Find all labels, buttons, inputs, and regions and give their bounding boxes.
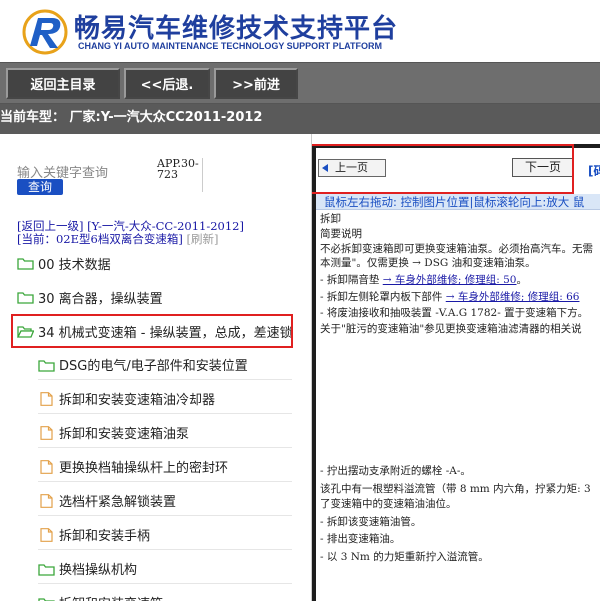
tree-item-oil-pump[interactable]: 拆卸和安装变速箱油泵 [38,418,292,448]
header: 畅易汽车维修技术支持平台 CHANG YI AUTO MAINTENANCE T… [0,0,600,62]
breadcrumb: [返回上一级] [Y-一汽-大众-CC-2011-2012] [当前：02E型6… [17,220,307,246]
document-viewer: 上一页 下一页 [码 鼠标左右拖动: 控制图片位置|鼠标滚轮向上:放大 鼠 拆卸… [316,148,600,601]
doc-line: - 拆卸该变速箱油管。 [320,516,422,528]
doc-link[interactable]: → 车身外部维修; 修理组: 50 [383,274,517,286]
document-icon [40,493,53,508]
folder-icon [17,258,34,270]
doc-line: - 拧出摆动支承附近的螺栓 -A-。 [320,465,471,477]
refresh-link[interactable]: [刷新] [186,232,218,246]
side-label: [码 [588,164,600,178]
nav-bar: 返回主目录 <<后退. >>前进 [0,62,600,104]
folder-icon [17,292,34,304]
doc-link[interactable]: → 车身外部维修; 修理组: 66 [446,291,580,303]
doc-line: - 拆卸隔音垫 → 车身外部维修; 修理组: 50。 [320,274,527,286]
app-code: APP.30-723 [157,158,203,192]
right-panel: 上一页 下一页 [码 鼠标左右拖动: 控制图片位置|鼠标滚轮向上:放大 鼠 拆卸… [312,134,600,601]
document-icon [40,527,53,542]
doc-line: 该孔中有一根塑料溢流管（带 8 mm 内六角，拧紧力矩: 3 [320,483,591,495]
tree-item-30[interactable]: 30 离合器，操纵装置 [17,282,307,312]
tree-item-emergency-unlock[interactable]: 选档杆紧急解锁装置 [38,486,292,516]
tree-item-shift-mechanism[interactable]: 换档操纵机构 [38,554,292,584]
folder-icon [38,563,55,576]
tree-item-remove-gearbox[interactable]: 拆卸和安装变速箱 [38,588,292,601]
forward-button[interactable]: >>前进 [214,68,298,99]
folder-icon [38,597,55,601]
tree-item-seal-ring[interactable]: 更换换档轴操纵杆上的密封环 [38,452,292,482]
tree-item-oil-cooler[interactable]: 拆卸和安装变速箱油冷却器 [38,384,292,414]
back-button[interactable]: <<后退. [124,68,210,99]
breadcrumb-current: [当前：02E型6档双离合变速箱] [17,232,183,246]
search-area: 输入关键字查询 查询 APP.30-723 [0,152,311,212]
doc-line: 拆卸 [320,213,341,225]
page-title: 畅易汽车维修技术支持平台 [74,14,399,44]
document-icon [40,459,53,474]
doc-line: - 排出变速箱油。 [320,533,401,545]
doc-line: - 拆卸左侧轮罩内板下部件 → 车身外部维修; 修理组: 66 [320,291,580,303]
mouse-hint: 鼠标左右拖动: 控制图片位置|鼠标滚轮向上:放大 鼠 [316,194,600,210]
document-icon [40,425,53,440]
search-button[interactable]: 查询 [17,179,63,195]
doc-line: 不必拆卸变速箱即可更换变速箱油泵。必须抬高汽车。无需 [320,243,593,255]
document-icon [40,391,53,406]
logo-icon [22,9,68,55]
tree-item-dsg-electrical[interactable]: DSG的电气/电子部件和安装位置 [38,350,292,380]
pager-highlight [312,144,574,194]
folder-icon [38,359,55,372]
page-subtitle: CHANG YI AUTO MAINTENANCE TECHNOLOGY SUP… [78,41,383,51]
current-model-bar: 当前车型： 厂家:Y-一汽大众CC2011-2012 [0,104,600,134]
left-panel: 输入关键字查询 查询 APP.30-723 [返回上一级] [Y-一汽-大众-C… [0,134,312,601]
doc-line: 简要说明 [320,228,362,240]
doc-line: - 以 3 Nm 的力矩重新拧入溢流管。 [320,551,489,563]
doc-line: 本测量"。仅需更换 → DSG 油和变速箱油泵。 [320,257,536,269]
doc-line: 了变速箱中的变速箱油油位。 [320,498,457,510]
selected-item-highlight [11,314,293,348]
doc-line: 关于"脏污的变速箱油"参见更换变速箱油滤清器的相关说 [320,323,582,335]
tree-item-handle[interactable]: 拆卸和安装手柄 [38,520,292,550]
doc-line: - 将废油接收和抽吸装置 -V.A.G 1782- 置于变速箱下方。 [320,307,589,319]
home-button[interactable]: 返回主目录 [6,68,120,99]
tree-item-00[interactable]: 00 技术数据 [17,248,307,278]
